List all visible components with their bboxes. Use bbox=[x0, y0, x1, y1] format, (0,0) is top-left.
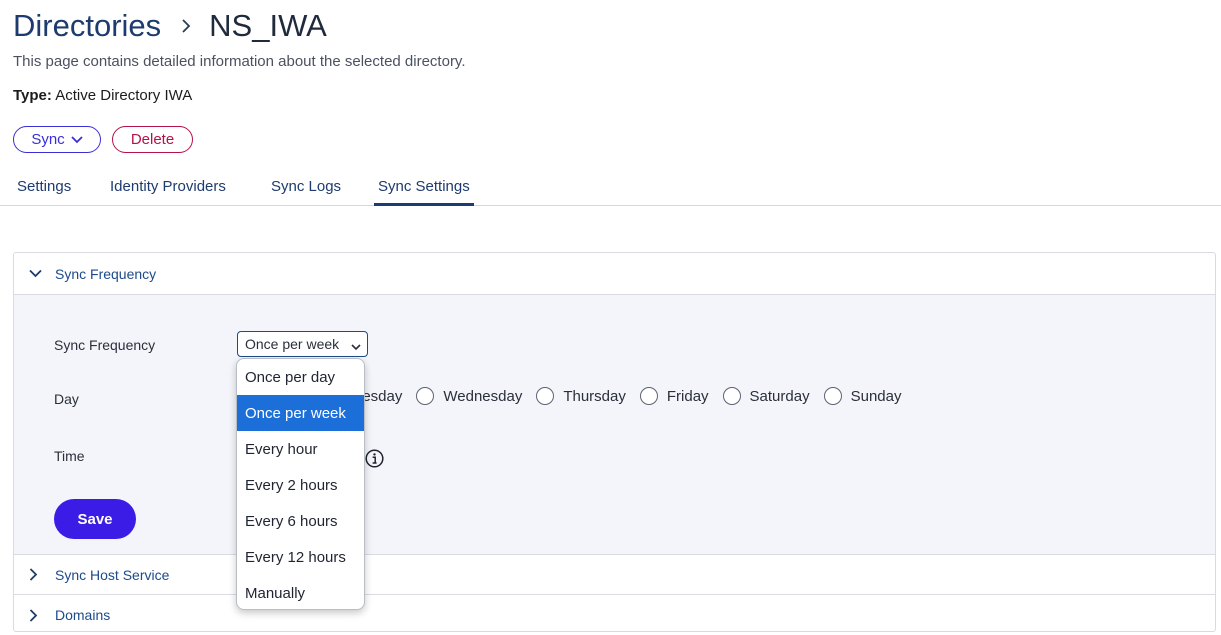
chevron-right-icon bbox=[29, 608, 43, 622]
domains-section-header[interactable]: Domains bbox=[14, 595, 1215, 635]
day-option-label: Saturday bbox=[749, 387, 810, 405]
page-description: This page contains detailed information … bbox=[13, 53, 466, 70]
option-once-per-day[interactable]: Once per day bbox=[237, 359, 364, 395]
option-every-2-hours[interactable]: Every 2 hours bbox=[237, 467, 364, 503]
chevron-right-icon bbox=[181, 19, 191, 33]
type-label: Type: bbox=[13, 87, 52, 104]
tab-identity-providers[interactable]: Identity Providers bbox=[106, 178, 230, 206]
section-title: Sync Frequency bbox=[55, 265, 157, 282]
sync-host-service-section-header[interactable]: Sync Host Service bbox=[14, 555, 1215, 595]
radio-circle-icon bbox=[416, 387, 435, 405]
sync-frequency-value: Once per week bbox=[245, 336, 340, 352]
day-option-saturday[interactable]: Saturday bbox=[722, 387, 810, 405]
radio-circle-icon bbox=[536, 387, 555, 405]
breadcrumb-parent-link[interactable]: Directories bbox=[13, 8, 161, 44]
option-every-hour[interactable]: Every hour bbox=[237, 431, 364, 467]
tab-sync-settings[interactable]: Sync Settings bbox=[374, 178, 474, 206]
action-buttons: Sync Delete bbox=[13, 126, 193, 153]
chevron-down-icon bbox=[29, 269, 43, 278]
radio-circle-icon bbox=[823, 387, 842, 405]
breadcrumb: Directories NS_IWA bbox=[13, 6, 327, 46]
tab-bar: Settings Identity Providers Sync Logs Sy… bbox=[0, 170, 1221, 206]
section-title: Domains bbox=[55, 607, 111, 623]
type-value: Active Directory IWA bbox=[55, 87, 193, 104]
option-every-12-hours[interactable]: Every 12 hours bbox=[237, 539, 364, 575]
day-option-label: Wednesday bbox=[443, 387, 523, 405]
day-label: Day bbox=[54, 391, 79, 407]
sync-button[interactable]: Sync bbox=[13, 126, 101, 153]
save-button[interactable]: Save bbox=[54, 499, 136, 539]
sync-frequency-section-header[interactable]: Sync Frequency bbox=[14, 253, 1215, 295]
option-once-per-week[interactable]: Once per week bbox=[237, 395, 364, 431]
sync-frequency-label: Sync Frequency bbox=[54, 337, 156, 353]
day-option-label: Thursday bbox=[563, 387, 626, 405]
time-label: Time bbox=[54, 448, 85, 464]
sync-settings-accordion: Sync Frequency Sync Frequency Once per w… bbox=[13, 252, 1216, 632]
delete-button[interactable]: Delete bbox=[112, 126, 193, 153]
radio-circle-icon bbox=[639, 387, 658, 405]
radio-circle-icon bbox=[722, 387, 741, 405]
day-option-label: Sunday bbox=[850, 387, 902, 405]
day-option-wednesday[interactable]: Wednesday bbox=[416, 387, 522, 405]
sync-frequency-dropdown-menu: Once per day Once per week Every hour Ev… bbox=[236, 358, 365, 610]
day-radio-group: uesday Wednesday Thursday Friday Saturda… bbox=[354, 387, 915, 405]
chevron-down-icon bbox=[71, 131, 83, 148]
day-option-label: Friday bbox=[666, 387, 709, 405]
section-title: Sync Host Service bbox=[55, 566, 170, 583]
day-option-friday[interactable]: Friday bbox=[639, 387, 709, 405]
sync-button-label: Sync bbox=[31, 131, 65, 148]
chevron-down-icon bbox=[351, 338, 361, 354]
sync-frequency-select[interactable]: Once per week bbox=[237, 331, 368, 357]
option-manually[interactable]: Manually bbox=[237, 575, 364, 609]
day-option-thursday[interactable]: Thursday bbox=[536, 387, 626, 405]
page-title: NS_IWA bbox=[209, 8, 327, 43]
tab-sync-logs[interactable]: Sync Logs bbox=[267, 178, 345, 206]
day-option-sunday[interactable]: Sunday bbox=[823, 387, 902, 405]
directory-type: Type: Active Directory IWA bbox=[13, 87, 192, 104]
tab-settings[interactable]: Settings bbox=[13, 178, 75, 206]
option-every-6-hours[interactable]: Every 6 hours bbox=[237, 503, 364, 539]
info-icon[interactable] bbox=[365, 449, 384, 468]
chevron-right-icon bbox=[29, 568, 43, 581]
sync-frequency-form: Sync Frequency Once per week Day uesday … bbox=[14, 295, 1215, 555]
